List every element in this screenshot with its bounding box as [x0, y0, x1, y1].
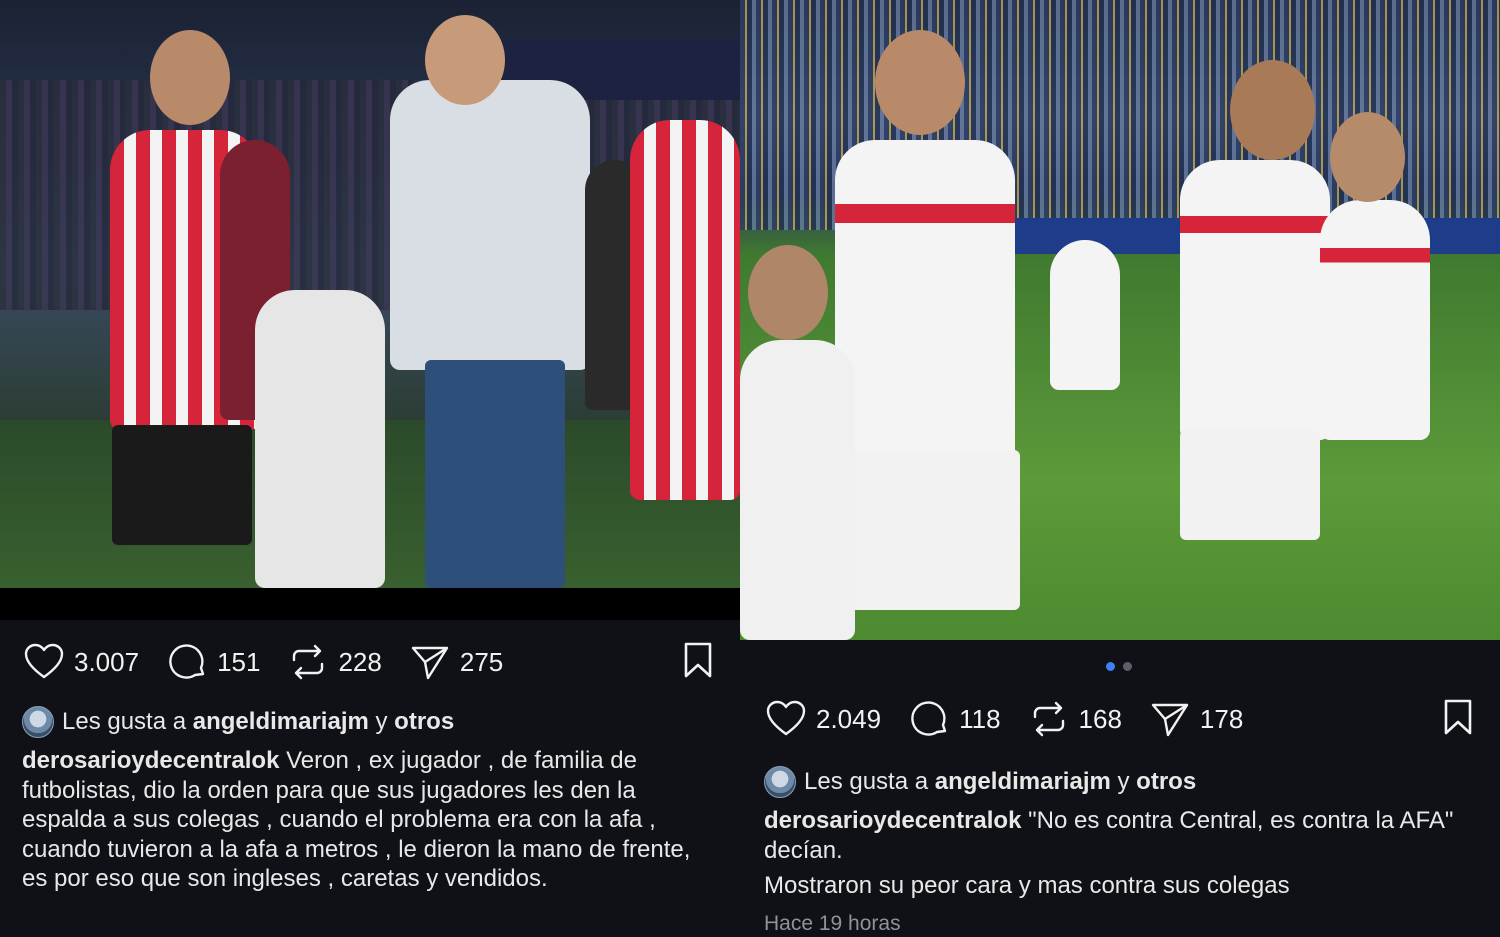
post-right: 2.049 118 168 178 Les gusta a angeldimar… — [740, 0, 1500, 937]
photo-divider — [0, 588, 740, 620]
photo-child — [740, 340, 855, 640]
caption-username[interactable]: derosarioydecentralok — [22, 747, 279, 774]
photo-player-third — [1320, 200, 1430, 440]
liked-by-user[interactable]: angeldimariajm — [935, 768, 1111, 796]
liked-by-line: Les gusta a angeldimariajm y otros — [764, 766, 1196, 798]
bookmark-icon — [1444, 699, 1472, 734]
action-bar: 3.007 151 228 275 — [22, 640, 718, 684]
repost-icon — [293, 644, 324, 680]
photo-man-head — [425, 15, 505, 105]
post-caption: derosarioydecentralok Veron , ex jugador… — [22, 746, 722, 894]
share-count: 275 — [459, 646, 504, 677]
comment-bubble-icon — [911, 701, 947, 736]
liked-by-line: Les gusta a angeldimariajm y otros — [22, 706, 454, 738]
photo-player-back — [630, 120, 740, 500]
liked-by-prefix: Les gusta a — [62, 708, 193, 735]
photo-child-head — [748, 245, 828, 340]
comment-bubble-icon — [169, 644, 205, 679]
share-button[interactable]: 275 — [408, 640, 503, 684]
caption-text-line2: Mostraron su peor cara y mas contra sus … — [764, 872, 1290, 899]
liked-by-connector: y — [368, 708, 395, 735]
post-photo[interactable] — [740, 0, 1500, 640]
heart-icon — [24, 643, 64, 679]
comment-count: 151 — [217, 646, 261, 677]
photo-player-head — [1230, 60, 1315, 160]
share-count: 178 — [1199, 703, 1244, 734]
send-icon — [1151, 703, 1189, 737]
action-bar: 2.049 118 168 178 — [764, 697, 1478, 741]
carousel-indicator[interactable] — [1106, 662, 1132, 671]
save-button[interactable] — [1438, 697, 1478, 742]
like-count: 2.049 — [816, 703, 882, 734]
liked-by-others[interactable]: otros — [1136, 768, 1196, 796]
comment-button[interactable]: 118 — [907, 697, 1001, 741]
post-photo[interactable] — [0, 0, 740, 588]
liked-by-user[interactable]: angeldimariajm — [193, 708, 369, 736]
bookmark-icon — [684, 642, 712, 677]
carousel-dot-active[interactable] — [1106, 662, 1115, 671]
share-button[interactable]: 178 — [1148, 697, 1243, 741]
heart-icon — [766, 700, 806, 736]
post-caption: derosarioydecentralok "No es contra Cent… — [764, 806, 1484, 901]
liked-by-others[interactable]: otros — [394, 708, 454, 736]
repost-icon — [1033, 701, 1064, 737]
like-button[interactable]: 2.049 — [764, 697, 881, 741]
liked-by-prefix: Les gusta a — [804, 768, 935, 795]
photo-player-shorts — [850, 450, 1020, 610]
photo-mascot-child — [1050, 240, 1120, 390]
carousel-dot[interactable] — [1123, 662, 1132, 671]
photo-player-shorts — [112, 425, 252, 545]
repost-button[interactable]: 228 — [286, 640, 382, 684]
like-button[interactable]: 3.007 — [22, 640, 139, 684]
post-left: 3.007 151 228 275 Les gusta a angeldimar… — [0, 0, 740, 937]
photo-man-jacket — [390, 80, 590, 370]
repost-count: 228 — [338, 646, 382, 677]
avatar[interactable] — [764, 766, 796, 798]
comment-count: 118 — [959, 703, 1001, 734]
caption-username[interactable]: derosarioydecentralok — [764, 807, 1021, 834]
send-icon — [411, 646, 449, 680]
repost-button[interactable]: 168 — [1027, 697, 1122, 741]
photo-player-head — [1330, 112, 1405, 202]
photo-player-captain — [835, 140, 1015, 460]
photo-player-second — [1180, 160, 1330, 440]
post-timestamp: Hace 19 horas — [764, 912, 901, 935]
photo-player-head — [150, 30, 230, 125]
repost-count: 168 — [1078, 703, 1122, 734]
photo-player-head — [875, 30, 965, 135]
like-count: 3.007 — [74, 646, 140, 677]
photo-player-shorts — [1180, 430, 1320, 540]
photo-bystander — [255, 290, 385, 588]
save-button[interactable] — [678, 640, 718, 685]
comment-button[interactable]: 151 — [165, 640, 260, 684]
avatar[interactable] — [22, 706, 54, 738]
liked-by-connector: y — [1110, 768, 1137, 795]
photo-man-jeans — [425, 360, 565, 588]
